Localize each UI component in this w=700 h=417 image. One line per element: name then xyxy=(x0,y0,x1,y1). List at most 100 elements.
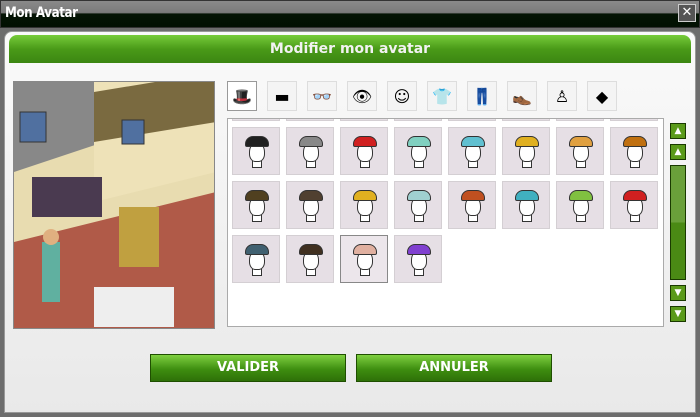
hat-icon xyxy=(245,136,269,147)
hat-icon xyxy=(569,136,593,147)
hat-item[interactable] xyxy=(394,181,442,229)
tab-shirt[interactable]: 👕 xyxy=(427,81,457,111)
hat-icon xyxy=(407,190,431,201)
hat-item[interactable] xyxy=(448,127,496,175)
eyes-icon: 👁 xyxy=(351,86,373,106)
tab-pants[interactable]: 👖 xyxy=(467,81,497,111)
item-grid xyxy=(227,118,664,327)
hat-item[interactable] xyxy=(340,181,388,229)
neck-icon xyxy=(252,215,262,222)
hat-item[interactable] xyxy=(394,127,442,175)
neck-icon xyxy=(306,269,316,276)
tab-hats[interactable]: 🎩 xyxy=(227,81,257,111)
neck-icon xyxy=(630,161,640,168)
shirt-icon: 👕 xyxy=(432,86,452,106)
pants-icon: 👖 xyxy=(472,86,492,106)
grid-scrollbar[interactable]: ▲ ▲ ▼ ▼ xyxy=(670,123,686,327)
neck-icon xyxy=(522,161,532,168)
neck-icon xyxy=(306,215,316,222)
window-title: Mon Avatar xyxy=(5,5,78,21)
hat-icon xyxy=(353,244,377,255)
hat-icon xyxy=(299,244,323,255)
hat-item[interactable] xyxy=(340,127,388,175)
hat-icon xyxy=(623,136,647,147)
close-button[interactable]: ✕ xyxy=(678,4,696,22)
hat-item[interactable] xyxy=(340,119,388,121)
hat-icon xyxy=(299,136,323,147)
effects-icon: ◆ xyxy=(595,86,609,106)
neck-icon xyxy=(576,161,586,168)
avatar-preview-room xyxy=(13,81,215,329)
hat-icon xyxy=(461,190,485,201)
neck-icon xyxy=(414,269,424,276)
hat-icon xyxy=(461,136,485,147)
tab-effects[interactable]: ◆ xyxy=(587,81,617,111)
hat-icon xyxy=(299,190,323,201)
tab-hair[interactable]: ▬ xyxy=(267,81,297,111)
hat-item[interactable] xyxy=(610,119,658,121)
hat-item[interactable] xyxy=(394,119,442,121)
face-icon: ☺ xyxy=(393,86,411,106)
hat-icon xyxy=(353,136,377,147)
hat-item[interactable] xyxy=(502,127,550,175)
hat-icon xyxy=(407,136,431,147)
neck-icon xyxy=(360,215,370,222)
neck-icon xyxy=(360,161,370,168)
validate-button[interactable]: VALIDER xyxy=(150,354,346,382)
room-illustration xyxy=(14,82,214,328)
scroll-up-button[interactable]: ▲ xyxy=(670,144,686,160)
hats-icon: 🎩 xyxy=(232,86,252,106)
hat-item[interactable] xyxy=(556,181,604,229)
section-header: Modifier mon avatar xyxy=(9,35,691,63)
hat-item[interactable] xyxy=(448,119,496,121)
neck-icon xyxy=(252,161,262,168)
tab-shoes[interactable]: 👞 xyxy=(507,81,537,111)
hat-item[interactable] xyxy=(232,181,280,229)
hat-item[interactable] xyxy=(286,119,334,121)
hat-item[interactable] xyxy=(286,127,334,175)
hat-item[interactable] xyxy=(394,235,442,283)
hat-icon xyxy=(515,136,539,147)
hat-item[interactable] xyxy=(232,235,280,283)
hat-item[interactable] xyxy=(448,181,496,229)
neck-icon xyxy=(414,215,424,222)
hat-icon xyxy=(623,190,647,201)
hat-item[interactable] xyxy=(286,181,334,229)
hat-item[interactable] xyxy=(610,181,658,229)
scroll-bottom-button[interactable]: ▼ xyxy=(670,306,686,322)
shoes-icon: 👞 xyxy=(512,86,532,106)
hat-icon xyxy=(569,190,593,201)
title-bar: Mon Avatar ✕ xyxy=(0,0,700,28)
hat-item[interactable] xyxy=(340,235,388,283)
hat-item[interactable] xyxy=(502,119,550,121)
scroll-top-button[interactable]: ▲ xyxy=(670,123,686,139)
neck-icon xyxy=(522,215,532,222)
avatar-window: Modifier mon avatar 🎩 ▬ 👓 👁 ☺ 👕 👖 👞 ♙ ◆ ▲ ▲ ▼ ▼ V… xyxy=(4,31,696,413)
glasses-icon: 👓 xyxy=(312,86,332,106)
hat-item[interactable] xyxy=(556,119,604,121)
hair-icon: ▬ xyxy=(274,86,290,106)
tab-body[interactable]: ♙ xyxy=(547,81,577,111)
hat-icon xyxy=(245,244,269,255)
hat-item[interactable] xyxy=(556,127,604,175)
neck-icon xyxy=(468,161,478,168)
hat-icon xyxy=(407,244,431,255)
neck-icon xyxy=(306,161,316,168)
scroll-down-button[interactable]: ▼ xyxy=(670,285,686,301)
neck-icon xyxy=(414,161,424,168)
tab-face[interactable]: ☺ xyxy=(387,81,417,111)
hat-item[interactable] xyxy=(502,181,550,229)
hat-item[interactable] xyxy=(232,119,280,121)
neck-icon xyxy=(252,269,262,276)
hat-item[interactable] xyxy=(232,127,280,175)
hat-item[interactable] xyxy=(610,127,658,175)
hat-icon xyxy=(353,190,377,201)
category-tabs: 🎩 ▬ 👓 👁 ☺ 👕 👖 👞 ♙ ◆ xyxy=(227,81,617,111)
tab-glasses[interactable]: 👓 xyxy=(307,81,337,111)
hat-item[interactable] xyxy=(286,235,334,283)
cancel-button[interactable]: ANNULER xyxy=(356,354,552,382)
body-icon: ♙ xyxy=(554,86,570,106)
tab-eyes[interactable]: 👁 xyxy=(347,81,377,111)
scrollbar-thumb[interactable] xyxy=(670,165,686,280)
neck-icon xyxy=(576,215,586,222)
